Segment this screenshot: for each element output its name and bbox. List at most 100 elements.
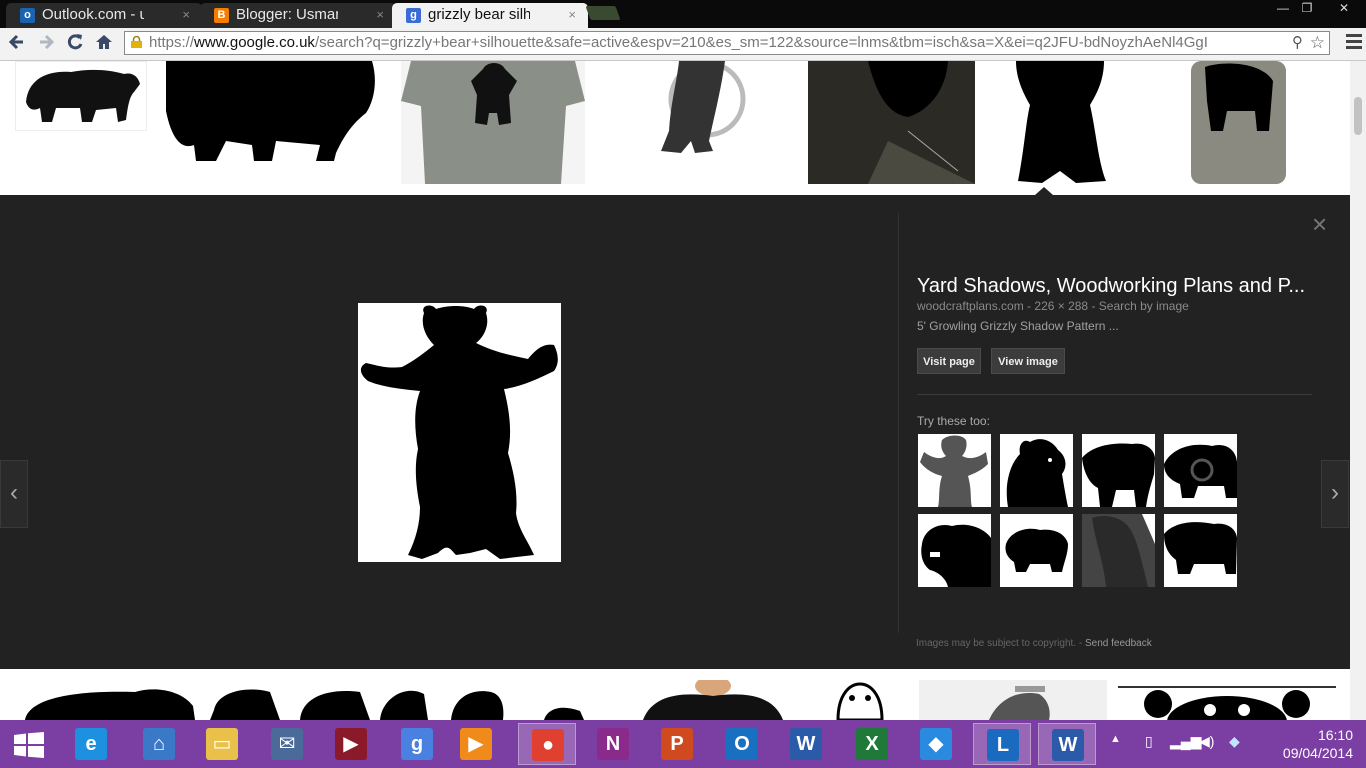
related-thumbnail[interactable] xyxy=(918,514,991,587)
taskbar-word-button[interactable]: W xyxy=(777,723,835,765)
tab-blogger[interactable]: B Blogger: Usman Sabi × xyxy=(200,3,396,28)
related-thumbnail[interactable] xyxy=(918,434,991,507)
google-search-icon: g xyxy=(401,728,433,760)
windows-logo-icon xyxy=(14,732,44,758)
url-scheme: https:// xyxy=(149,34,195,51)
image-dimensions: 226 × 288 xyxy=(1034,299,1089,313)
related-thumbnail[interactable] xyxy=(1082,434,1155,507)
result-thumbnail[interactable] xyxy=(1141,61,1336,184)
browser-tab-bar: o Outlook.com - uzzyo × B Blogger: Usman… xyxy=(0,0,1366,28)
close-icon[interactable]: × xyxy=(568,3,576,27)
taskbar-chrome-button[interactable]: ● xyxy=(518,723,576,765)
star-icon[interactable]: ☆ xyxy=(1310,32,1325,54)
result-thumbnail[interactable] xyxy=(524,701,612,720)
taskbar-remote-desktop-button[interactable]: ⌂ xyxy=(130,723,188,765)
result-thumbnail[interactable] xyxy=(1118,686,1336,720)
video-icon: ▶ xyxy=(460,728,492,760)
bear-head-drawing xyxy=(836,682,884,720)
taskbar-media-player-button[interactable]: ▶ xyxy=(322,723,380,765)
chrome-menu-button[interactable] xyxy=(1346,34,1362,50)
result-thumbnail[interactable] xyxy=(15,61,147,131)
dropbox-tray-icon[interactable]: ◆ xyxy=(1229,733,1240,750)
result-thumbnail[interactable] xyxy=(401,61,585,184)
result-thumbnail[interactable] xyxy=(812,680,908,720)
taskbar-onenote-button[interactable]: N xyxy=(584,723,642,765)
result-thumbnail[interactable] xyxy=(919,680,1107,720)
clock-time: 16:10 xyxy=(1317,727,1353,743)
taskbar-powerpoint-button[interactable]: P xyxy=(648,723,706,765)
restore-button[interactable]: ❐ xyxy=(1294,0,1320,18)
source-link[interactable]: woodcraftplans.com xyxy=(917,299,1024,313)
bear-silhouette xyxy=(920,435,988,507)
tab-grizzly[interactable]: g grizzly bear silhouett × xyxy=(392,3,588,28)
chrome-icon: ● xyxy=(532,729,564,761)
visit-page-button[interactable]: Visit page xyxy=(917,348,981,374)
result-thumbnail[interactable] xyxy=(986,61,1129,184)
bear-cartoon xyxy=(1144,690,1310,720)
forward-button[interactable] xyxy=(35,32,57,54)
taskbar-internet-explorer-button[interactable]: e xyxy=(62,723,120,765)
preview-meta: woodcraftplans.com - 226 × 288 - Search … xyxy=(917,299,1189,313)
search-by-image-link[interactable]: Search by image xyxy=(1099,299,1189,313)
result-thumbnail[interactable] xyxy=(156,61,391,178)
taskbar-word-2-button[interactable]: W xyxy=(1038,723,1096,765)
clock-date: 09/04/2014 xyxy=(1282,745,1353,761)
scrollbar-thumb[interactable] xyxy=(1354,97,1362,135)
result-thumbnail[interactable] xyxy=(15,680,199,720)
window-close-button[interactable]: ✕ xyxy=(1326,0,1362,18)
related-thumbnail[interactable] xyxy=(1164,434,1237,507)
send-feedback-link[interactable]: Send feedback xyxy=(1085,638,1152,649)
close-preview-icon[interactable]: × xyxy=(1312,211,1334,237)
url-path: /search?q=grizzly+bear+silhouette&safe=a… xyxy=(314,34,1208,51)
taskbar-messaging-button[interactable]: ✉ xyxy=(258,723,316,765)
related-thumbnail[interactable] xyxy=(1000,514,1073,587)
separator: - xyxy=(1088,299,1099,313)
show-hidden-icons[interactable]: ▲ xyxy=(1110,733,1121,745)
home-button[interactable] xyxy=(93,32,115,54)
bear-silhouette xyxy=(544,707,584,720)
search-icon[interactable]: ⚲ xyxy=(1292,32,1303,54)
system-clock[interactable]: 16:10 09/04/2014 xyxy=(1263,726,1353,762)
tab-label: Outlook.com - uzzyo xyxy=(42,6,144,23)
volume-icon[interactable]: ◀) xyxy=(1199,733,1214,750)
result-thumbnail[interactable] xyxy=(623,680,801,720)
next-image-button[interactable]: › xyxy=(1321,460,1349,528)
start-button[interactable] xyxy=(0,723,58,765)
panel-caret xyxy=(1035,187,1053,195)
taskbar-video-button[interactable]: ▶ xyxy=(447,723,505,765)
taskbar-google-search-button[interactable]: g xyxy=(388,723,446,765)
taskbar-dropbox-button[interactable]: ◆ xyxy=(907,723,965,765)
close-icon[interactable]: × xyxy=(376,3,384,27)
taskbar-file-explorer-button[interactable]: ▭ xyxy=(193,723,251,765)
network-icon[interactable]: ▂▄▆ xyxy=(1170,733,1201,750)
prev-image-button[interactable]: ‹ xyxy=(0,460,28,528)
result-thumbnail[interactable] xyxy=(441,682,513,720)
word-2-icon: W xyxy=(1052,729,1084,761)
taskbar-lync-button[interactable]: L xyxy=(973,723,1031,765)
preview-title[interactable]: Yard Shadows, Woodworking Plans and P... xyxy=(917,275,1317,298)
minimize-button[interactable]: — xyxy=(1270,0,1296,18)
related-thumbnail[interactable] xyxy=(1000,434,1073,507)
reload-button[interactable] xyxy=(64,32,86,54)
reload-icon xyxy=(67,34,83,50)
address-bar[interactable]: https://www.google.co.uk/search?q=grizzl… xyxy=(124,31,1330,55)
close-icon[interactable]: × xyxy=(182,3,190,27)
result-thumbnail[interactable] xyxy=(210,680,430,720)
back-button[interactable] xyxy=(6,32,28,54)
tab-label: Blogger: Usman Sabi xyxy=(236,6,338,23)
result-thumbnail[interactable] xyxy=(597,61,797,184)
blogger-icon: B xyxy=(214,8,229,23)
result-thumbnail[interactable] xyxy=(808,61,975,184)
tab-outlook[interactable]: o Outlook.com - uzzyo × xyxy=(6,3,202,28)
lync-icon: L xyxy=(987,729,1019,761)
new-tab-button[interactable] xyxy=(585,6,621,20)
related-thumbnail[interactable] xyxy=(1164,514,1237,587)
view-image-button[interactable]: View image xyxy=(991,348,1065,374)
related-thumbnail[interactable] xyxy=(1082,514,1155,587)
preview-image[interactable] xyxy=(358,303,561,562)
page-scrollbar[interactable] xyxy=(1350,61,1366,720)
taskbar-outlook-button[interactable]: O xyxy=(713,723,771,765)
battery-icon[interactable]: ▯ xyxy=(1145,733,1153,750)
bear-photo xyxy=(868,61,975,184)
taskbar-excel-button[interactable]: X xyxy=(843,723,901,765)
